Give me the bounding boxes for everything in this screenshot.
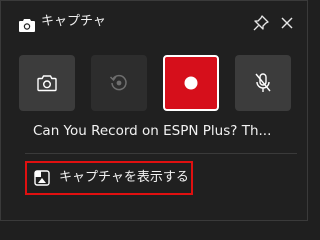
mic-off-icon (255, 73, 271, 92)
close-icon (281, 17, 293, 29)
captured-app-title: Can You Record on ESPN Plus? Th... (33, 123, 272, 139)
capture-widget: キャプチャ Can You Record on ESPN Plus? Th...… (0, 0, 308, 221)
show-captures-label: キャプチャを表示する (59, 170, 189, 185)
pin-icon (253, 15, 269, 31)
widget-titlebar[interactable]: キャプチャ (1, 1, 307, 45)
camera-icon (19, 17, 35, 32)
camera-icon (37, 75, 57, 92)
pin-button[interactable] (251, 13, 271, 33)
screenshot-button[interactable] (19, 55, 75, 111)
divider (25, 153, 297, 154)
replay-icon (109, 74, 127, 91)
show-captures-button[interactable]: キャプチャを表示する (25, 161, 193, 195)
mic-toggle-button[interactable] (235, 55, 291, 111)
start-recording-button[interactable] (163, 55, 219, 111)
widget-title: キャプチャ (41, 14, 106, 29)
gallery-icon (34, 170, 50, 186)
record-last-button[interactable] (91, 55, 147, 111)
record-dot-icon (184, 76, 198, 90)
close-button[interactable] (277, 13, 297, 33)
